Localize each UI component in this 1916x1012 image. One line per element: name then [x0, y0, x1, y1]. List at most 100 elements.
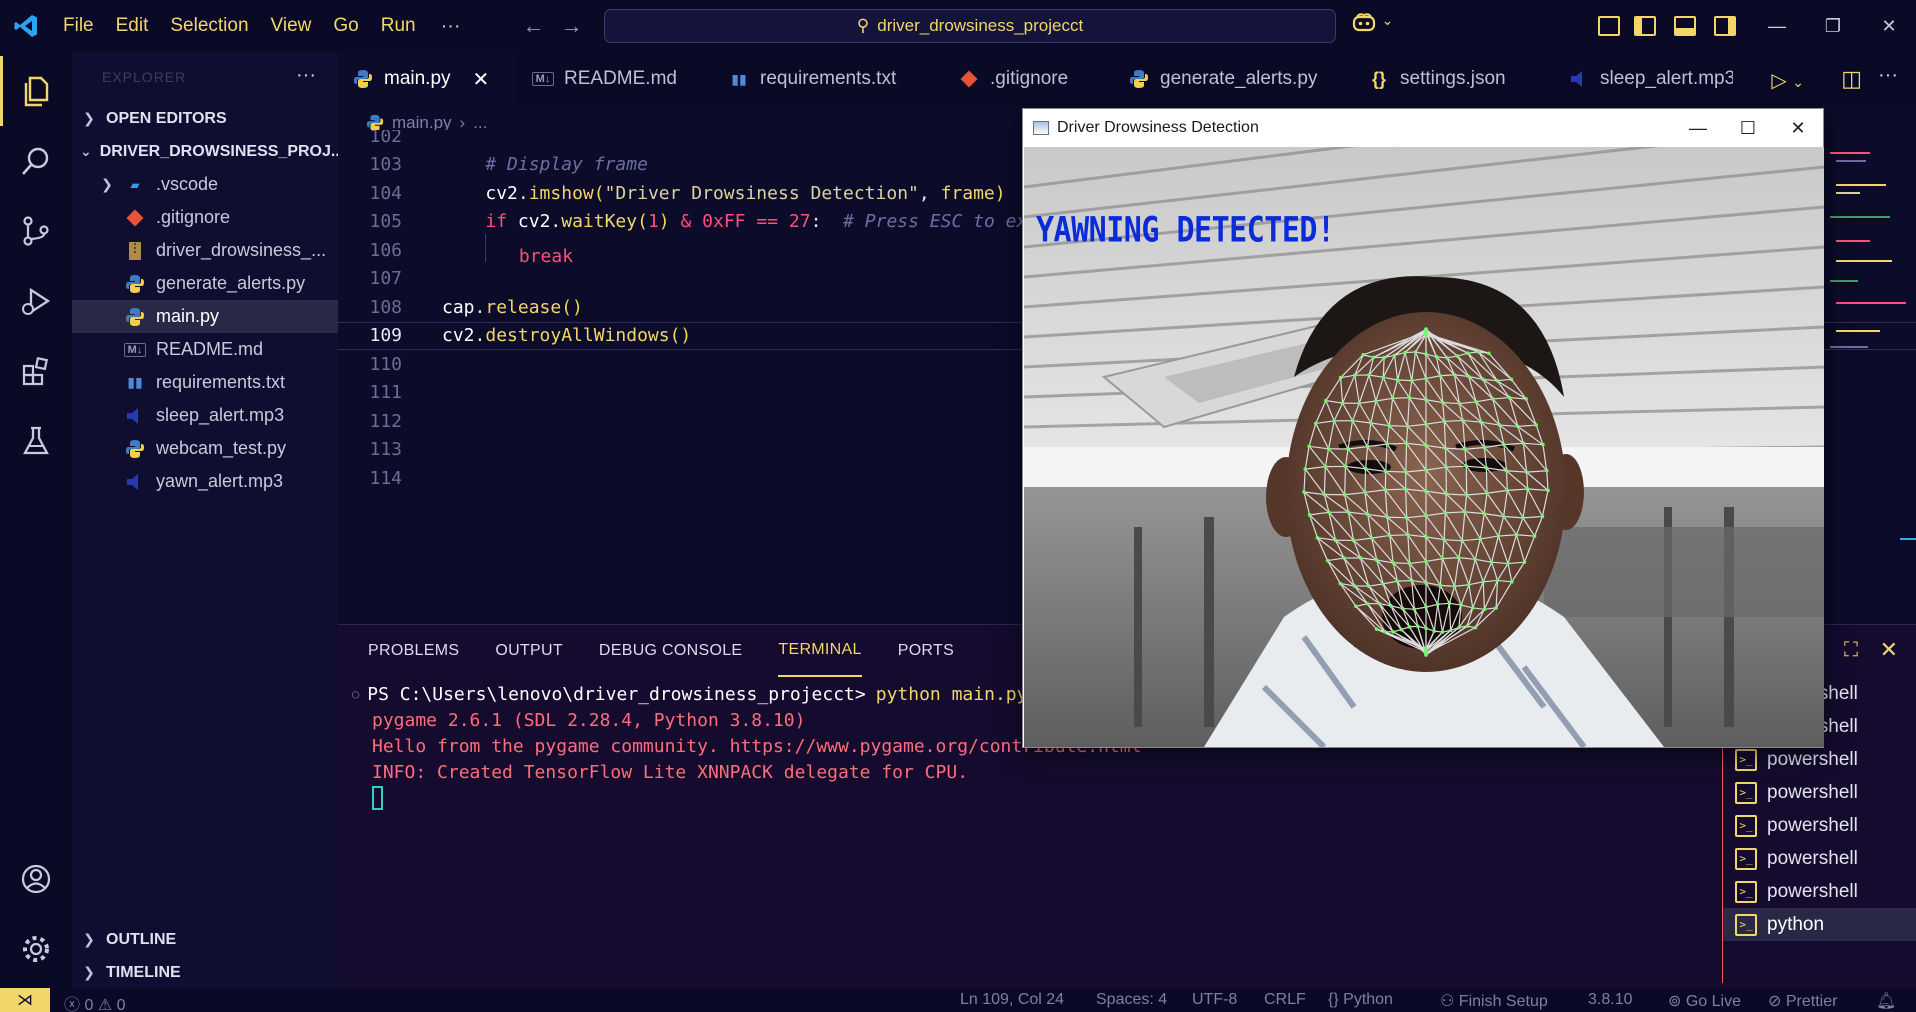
run-debug-icon[interactable]: [0, 266, 72, 336]
language-mode[interactable]: {} Python: [1328, 991, 1393, 1009]
terminal-instance-python[interactable]: >_ python: [1723, 908, 1916, 941]
close-window-icon[interactable]: ✕: [1864, 10, 1914, 42]
prettier-check-icon: ⊘: [1768, 993, 1782, 1010]
markdown-icon: M↓: [532, 72, 554, 86]
terminal-instance[interactable]: >_ powershell: [1723, 809, 1916, 842]
outline-section[interactable]: ❯ OUTLINE: [72, 923, 338, 956]
vscode-folder-icon: ▰: [130, 177, 140, 192]
tree-item-label: driver_drowsiness_...: [156, 240, 327, 260]
remote-indicator-icon[interactable]: ⋊: [0, 988, 50, 1012]
tab-terminal[interactable]: TERMINAL: [778, 625, 862, 677]
tree-item-readme[interactable]: M↓ README.md: [72, 333, 338, 366]
settings-gear-icon[interactable]: [0, 914, 72, 984]
tab-gitignore[interactable]: .gitignore: [944, 52, 1114, 106]
editor-more-actions-icon[interactable]: ···: [1878, 64, 1898, 87]
back-arrow-icon[interactable]: ←: [515, 13, 553, 39]
eol-status[interactable]: CRLF: [1264, 991, 1306, 1009]
prettier-status[interactable]: ⊘ Prettier: [1768, 991, 1837, 1011]
timeline-section[interactable]: ❯ TIMELINE: [72, 956, 338, 989]
notifications-bell-icon[interactable]: 🔔︎: [1876, 991, 1896, 1011]
minimap[interactable]: [1820, 140, 1916, 620]
finish-setup-button[interactable]: ⚇ Finish Setup: [1440, 991, 1548, 1011]
tab-ports[interactable]: PORTS: [898, 625, 954, 677]
tree-item-yawn-alert[interactable]: yawn_alert.mp3: [72, 465, 338, 498]
chevron-right-icon: ❯: [83, 931, 95, 947]
minimize-window-icon[interactable]: —: [1752, 10, 1802, 42]
close-tab-icon[interactable]: ✕: [473, 67, 490, 92]
search-icon[interactable]: [0, 126, 72, 196]
toggle-primary-sidebar-icon[interactable]: [1634, 16, 1656, 36]
forward-arrow-icon[interactable]: →: [553, 13, 591, 39]
python-version[interactable]: 3.8.10: [1588, 991, 1632, 1009]
cv-close-icon[interactable]: ✕: [1773, 113, 1823, 143]
copilot-icon[interactable]: ⌄: [1352, 12, 1393, 38]
restore-window-icon[interactable]: ❐: [1808, 10, 1858, 42]
tree-item-label: sleep_alert.mp3: [156, 405, 285, 425]
menu-file[interactable]: File: [52, 0, 105, 52]
maximize-panel-icon[interactable]: ⛶: [1844, 639, 1858, 662]
tree-item-requirements[interactable]: ▮▮ requirements.txt: [72, 366, 338, 399]
menu-run[interactable]: Run: [370, 0, 427, 52]
toggle-secondary-sidebar-icon[interactable]: [1714, 16, 1736, 36]
terminal-instance[interactable]: >_ powershell: [1723, 875, 1916, 908]
tree-item-main-py[interactable]: main.py: [72, 300, 338, 333]
close-panel-icon[interactable]: ✕: [1880, 637, 1898, 663]
cv-minimize-icon[interactable]: —: [1673, 113, 1723, 143]
tab-debug-console[interactable]: DEBUG CONSOLE: [599, 625, 743, 677]
menu-view[interactable]: View: [260, 0, 323, 52]
tree-item-webcam-test[interactable]: webcam_test.py: [72, 432, 338, 465]
explorer-more-actions-icon[interactable]: ···: [296, 64, 316, 87]
tree-item-label: README.md: [156, 339, 264, 359]
menu-edit[interactable]: Edit: [105, 0, 160, 52]
tab-label: generate_alerts.py: [1160, 68, 1318, 89]
menu-selection[interactable]: Selection: [159, 0, 259, 52]
tree-item-label: main.py: [156, 306, 220, 326]
tree-item-archive[interactable]: driver_drowsiness_...: [72, 234, 338, 267]
cursor-position[interactable]: Ln 109, Col 24: [960, 991, 1064, 1009]
command-center-search[interactable]: ⚲ driver_drowsiness_projecct: [604, 9, 1336, 43]
menu-more-button[interactable]: ···: [427, 15, 475, 38]
tree-item-vscode[interactable]: ❯ ▰ .vscode: [72, 168, 338, 201]
toggle-panel-icon[interactable]: [1674, 16, 1696, 36]
tree-item-gitignore[interactable]: .gitignore: [72, 201, 338, 234]
tab-label: .gitignore: [990, 68, 1069, 89]
pip-file-icon: ▮▮: [127, 374, 143, 390]
menu-go[interactable]: Go: [322, 0, 369, 52]
customize-layout-icon[interactable]: [1598, 16, 1620, 36]
open-editors-section[interactable]: ❯ OPEN EDITORS: [72, 102, 338, 135]
drowsiness-detection-window[interactable]: Driver Drowsiness Detection — ☐ ✕ YAWNIN…: [1022, 108, 1824, 748]
accounts-icon[interactable]: [0, 844, 72, 914]
terminal-instance[interactable]: >_ powershell: [1723, 842, 1916, 875]
extensions-icon[interactable]: [0, 336, 72, 406]
explorer-icon[interactable]: [0, 56, 72, 126]
terminal-output-text: INFO: Created TensorFlow Lite XNNPACK de…: [372, 761, 969, 783]
tab-sleep-alert[interactable]: sleep_alert.mp3: [1554, 52, 1734, 106]
audio-file-icon: [124, 471, 146, 493]
run-python-file-icon[interactable]: ▷ ⌄: [1771, 68, 1804, 93]
tab-problems[interactable]: PROBLEMS: [368, 625, 459, 677]
terminal-command: python main.py: [875, 683, 1028, 705]
tab-readme[interactable]: M↓ README.md: [518, 52, 714, 106]
tab-main-py[interactable]: main.py ✕: [338, 52, 518, 106]
tab-settings-json[interactable]: {} settings.json: [1354, 52, 1554, 106]
terminal-instance[interactable]: >_ powershell: [1723, 776, 1916, 809]
problems-status[interactable]: ⓧ 0 ⚠ 0: [64, 991, 126, 1012]
project-folder-section[interactable]: ⌄ DRIVER_DROWSINESS_PROJ...: [72, 135, 338, 168]
cv-maximize-icon[interactable]: ☐: [1723, 113, 1773, 143]
go-live-button[interactable]: ⊚ Go Live: [1668, 991, 1741, 1011]
markdown-icon: M↓: [124, 342, 146, 357]
split-editor-icon[interactable]: ◫: [1841, 66, 1862, 92]
tab-generate-alerts[interactable]: generate_alerts.py: [1114, 52, 1354, 106]
tab-requirements[interactable]: ▮▮ requirements.txt: [714, 52, 944, 106]
testing-flask-icon[interactable]: [0, 406, 72, 476]
tab-output[interactable]: OUTPUT: [495, 625, 563, 677]
line-number: 103: [369, 154, 402, 176]
line-number: 110: [369, 353, 402, 375]
source-control-icon[interactable]: [0, 196, 72, 266]
terminal-instance-label: powershell: [1767, 781, 1858, 803]
encoding-status[interactable]: UTF-8: [1192, 991, 1237, 1009]
tree-item-sleep-alert[interactable]: sleep_alert.mp3: [72, 399, 338, 432]
terminal-instance-label: python: [1767, 913, 1825, 935]
tree-item-generate-alerts[interactable]: generate_alerts.py: [72, 267, 338, 300]
indentation-status[interactable]: Spaces: 4: [1096, 991, 1167, 1009]
